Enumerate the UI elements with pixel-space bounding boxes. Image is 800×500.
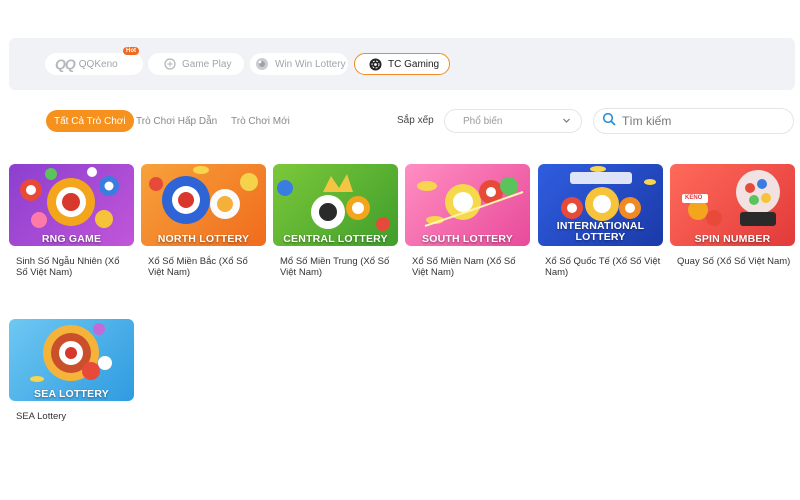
sort-select[interactable]: Phổ biến bbox=[444, 109, 582, 133]
game-card-rng[interactable]: RNG GAME Sinh Số Ngẫu Nhiên (Xổ Số Việt … bbox=[9, 164, 134, 278]
tab-featured-games[interactable]: Trò Chơi Hấp Dẫn bbox=[136, 110, 217, 132]
search-icon[interactable] bbox=[602, 112, 616, 131]
chevron-down-icon bbox=[562, 116, 571, 128]
game-title[interactable]: Xổ Số Miền Nam (Xổ Số Việt Nam) bbox=[405, 256, 530, 278]
game-thumbnail[interactable]: CENTRAL LOTTERY bbox=[273, 164, 398, 246]
provider-label: Win Win Lottery bbox=[275, 58, 346, 70]
provider-tab-qqkeno[interactable]: QQ QQKeno Hot bbox=[45, 47, 143, 75]
provider-tab-game-play[interactable]: Game Play bbox=[148, 53, 244, 75]
game-card-central-lottery[interactable]: CENTRAL LOTTERY Mổ Số Miền Trung (Xổ Số … bbox=[273, 164, 398, 278]
game-banner: INTERNATIONAL LOTTERY bbox=[538, 221, 663, 243]
game-thumbnail[interactable]: INTERNATIONAL LOTTERY bbox=[538, 164, 663, 246]
game-title[interactable]: Sinh Số Ngẫu Nhiên (Xổ Số Việt Nam) bbox=[9, 256, 134, 278]
game-card-international-lottery[interactable]: INTERNATIONAL LOTTERY Xổ Số Quốc Tế (Xổ … bbox=[538, 164, 663, 278]
game-banner-line2: LOTTERY bbox=[575, 231, 626, 243]
game-banner: SPIN NUMBER bbox=[694, 233, 771, 245]
provider-tab-win-win-lottery[interactable]: Win Win Lottery bbox=[250, 53, 348, 75]
game-thumbnail[interactable]: RNG GAME bbox=[9, 164, 134, 246]
game-banner: SEA LOTTERY bbox=[34, 388, 109, 400]
hot-badge: Hot bbox=[123, 47, 139, 55]
game-title[interactable]: SEA Lottery bbox=[9, 411, 134, 422]
tab-new-games[interactable]: Trò Chơi Mới bbox=[231, 110, 290, 132]
tc-gaming-icon bbox=[369, 58, 382, 71]
provider-label: Game Play bbox=[182, 58, 232, 70]
game-banner: CENTRAL LOTTERY bbox=[283, 233, 388, 245]
game-banner: NORTH LOTTERY bbox=[157, 233, 250, 245]
game-title[interactable]: Xổ Số Quốc Tế (Xổ Số Việt Nam) bbox=[538, 256, 663, 278]
game-thumbnail[interactable]: KENO SPIN NUMBER bbox=[670, 164, 795, 246]
game-card-north-lottery[interactable]: NORTH LOTTERY Xổ Số Miền Bắc (Xổ Số Việt… bbox=[141, 164, 266, 278]
game-card-spin-number[interactable]: KENO SPIN NUMBER Quay Số (Xổ Số Việt Nam… bbox=[670, 164, 795, 267]
sort-label: Sắp xếp bbox=[397, 115, 434, 126]
search-box bbox=[593, 108, 794, 134]
provider-bar: QQ QQKeno Hot Game Play Win Win Lottery … bbox=[9, 38, 795, 90]
game-card-south-lottery[interactable]: SOUTH LOTTERY Xổ Số Miền Nam (Xổ Số Việt… bbox=[405, 164, 530, 278]
provider-label: QQKeno bbox=[78, 58, 118, 70]
game-title[interactable]: Mổ Số Miền Trung (Xổ Số Việt Nam) bbox=[273, 256, 398, 278]
qq-logo: QQ bbox=[55, 56, 76, 72]
game-card-sea-lottery[interactable]: SEA LOTTERY SEA Lottery bbox=[9, 319, 134, 422]
game-title[interactable]: Quay Số (Xổ Số Việt Nam) bbox=[670, 256, 795, 267]
provider-tab-tc-gaming[interactable]: TC Gaming bbox=[354, 53, 450, 75]
game-banner: SOUTH LOTTERY bbox=[422, 233, 513, 245]
gameplay-icon bbox=[164, 58, 176, 70]
keno-badge: KENO bbox=[685, 195, 703, 201]
game-thumbnail[interactable]: SOUTH LOTTERY bbox=[405, 164, 530, 246]
game-banner: RNG GAME bbox=[41, 233, 102, 245]
game-thumbnail[interactable]: NORTH LOTTERY bbox=[141, 164, 266, 246]
game-thumbnail[interactable]: SEA LOTTERY bbox=[9, 319, 134, 401]
tab-all-games[interactable]: Tất Cả Trò Chơi bbox=[46, 110, 134, 132]
provider-label: TC Gaming bbox=[388, 58, 440, 70]
sort-value: Phổ biến bbox=[463, 115, 503, 127]
search-input[interactable] bbox=[622, 114, 782, 128]
game-title[interactable]: Xổ Số Miền Bắc (Xổ Số Việt Nam) bbox=[141, 256, 266, 278]
winwin-icon bbox=[255, 57, 269, 71]
